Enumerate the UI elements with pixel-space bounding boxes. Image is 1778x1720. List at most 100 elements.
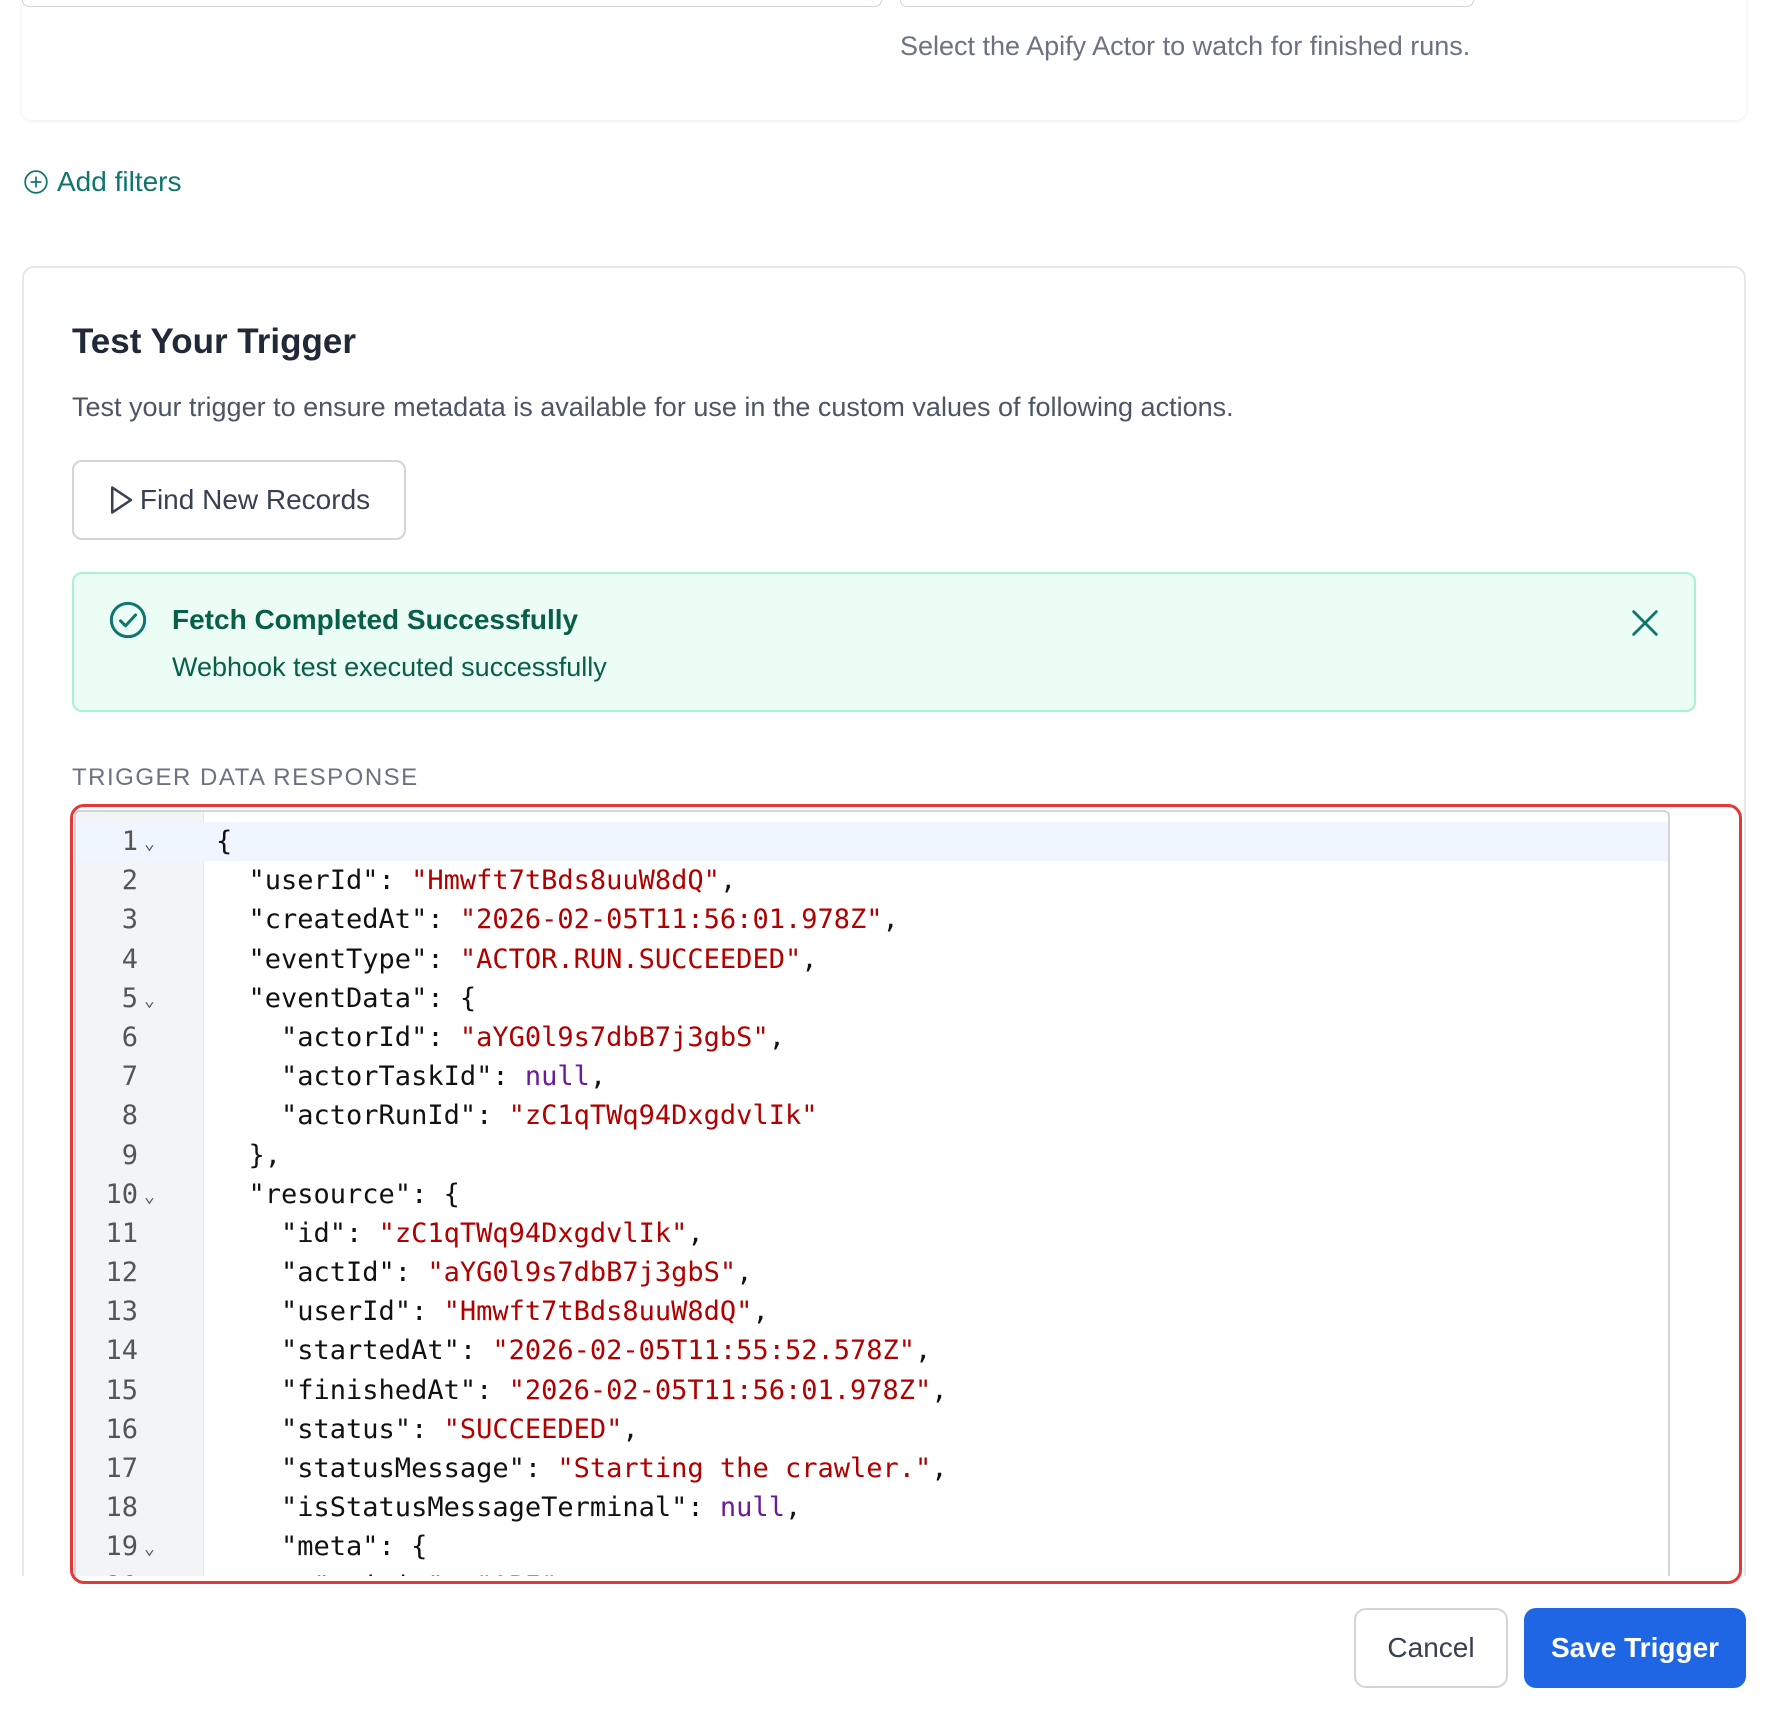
code-text: "finishedAt": "2026-02-05T11:56:01.978Z"… (216, 1371, 948, 1410)
code-text: "userId": "Hmwft7tBds8uuW8dQ", (216, 1292, 769, 1331)
string-token: "2026-02-05T11:55:52.578Z" (492, 1335, 915, 1367)
add-filters-button[interactable]: Add filters (23, 164, 182, 200)
code-line: 2 "userId": "Hmwft7tBds8uuW8dQ", (76, 861, 1668, 900)
code-line: 11 "id": "zC1qTWq94DxgdvlIk", (76, 1214, 1668, 1253)
line-number: 6 (121, 1021, 138, 1053)
test-trigger-description: Test your trigger to ensure metadata is … (72, 392, 1234, 422)
line-number: 8 (121, 1100, 138, 1132)
code-token: , (589, 1061, 607, 1093)
code-text: "isStatusMessageTerminal": null, (216, 1488, 801, 1527)
code-text: "actorId": "aYG0l9s7dbB7j3gbS", (216, 1018, 785, 1057)
code-token: "meta": { (216, 1531, 428, 1563)
code-line: 18 "isStatusMessageTerminal": null, (76, 1488, 1668, 1527)
string-token: "zC1qTWq94DxgdvlIk" (378, 1217, 688, 1249)
string-token: "Hmwft7tBds8uuW8dQ" (443, 1296, 753, 1328)
code-text: "resource": { (216, 1175, 460, 1214)
find-new-records-button[interactable]: Find New Records (72, 460, 406, 540)
cancel-button[interactable]: Cancel (1354, 1608, 1508, 1688)
code-token: "userId": (216, 1296, 444, 1328)
line-number: 19 (105, 1531, 138, 1563)
code-token: , (719, 865, 737, 897)
line-number: 5 (121, 982, 138, 1014)
line-number: 1 (121, 826, 138, 857)
line-number: 20 (76, 1567, 138, 1576)
null-token: null (719, 1492, 785, 1524)
config-input-left[interactable] (22, 0, 882, 7)
code-text: "userId": "Hmwft7tBds8uuW8dQ", (216, 861, 737, 900)
fold-chevron-icon[interactable]: ⌄ (144, 824, 166, 863)
code-token: "actorId": (216, 1021, 460, 1053)
string-token: "2026-02-05T11:56:01.978Z" (508, 1374, 932, 1406)
code-line: 20 "origin": "API" (76, 1567, 1668, 1576)
code-line: 9 }, (76, 1136, 1668, 1175)
line-number: 18 (105, 1492, 138, 1524)
fold-chevron-icon[interactable]: ⌄ (144, 1529, 166, 1568)
code-text: "id": "zC1qTWq94DxgdvlIk", (216, 1214, 704, 1253)
line-number: 17 (105, 1453, 138, 1484)
line-number: 11 (105, 1217, 138, 1249)
code-token: "eventData": { (216, 982, 477, 1014)
json-code-editor[interactable]: 1 ⌄{2 "userId": "Hmwft7tBds8uuW8dQ", 3 "cr… (74, 810, 1670, 1576)
code-token: "actorRunId": (216, 1100, 509, 1132)
code-line: 13 "userId": "Hmwft7tBds8uuW8dQ", (76, 1292, 1668, 1331)
code-token: "eventType": (216, 943, 460, 975)
code-token: , (931, 1374, 948, 1406)
null-token: null (524, 1061, 590, 1093)
code-line: 12 "actId": "aYG0l9s7dbB7j3gbS", (76, 1253, 1668, 1292)
code-token: , (752, 1296, 769, 1328)
code-token: , (784, 1492, 802, 1524)
alert-message: Webhook test executed successfully (172, 652, 607, 682)
code-token: "statusMessage": (216, 1453, 558, 1484)
close-icon[interactable] (1628, 606, 1662, 640)
string-token: "Hmwft7tBds8uuW8dQ" (411, 865, 720, 897)
code-text: "meta": { (216, 1527, 427, 1566)
fold-chevron-icon[interactable]: ⌄ (144, 981, 166, 1020)
code-token: , (687, 1217, 704, 1249)
code-text: "origin": "API" (216, 1567, 558, 1576)
code-token: , (736, 1257, 753, 1289)
code-text: { (216, 822, 232, 861)
code-token: , (882, 904, 899, 936)
code-token: "userId": (216, 865, 412, 897)
line-number: 10 (105, 1178, 138, 1210)
code-line: 15 "finishedAt": "2026-02-05T11:56:01.97… (76, 1371, 1668, 1410)
code-line: 10 ⌄ "resource": { (76, 1175, 1668, 1214)
code-text: }, (216, 1136, 282, 1175)
trigger-data-response-label: TRIGGER DATA RESPONSE (72, 764, 419, 791)
check-circle-icon (109, 601, 147, 639)
code-token: , (931, 1453, 948, 1484)
code-lines: 1 ⌄{2 "userId": "Hmwft7tBds8uuW8dQ", 3 "cr… (76, 822, 1668, 1576)
line-number: 4 (121, 943, 138, 975)
alert-title: Fetch Completed Successfully (172, 604, 579, 635)
code-text: "eventData": { (216, 979, 477, 1018)
code-line: 5 ⌄ "eventData": { (76, 979, 1668, 1018)
code-line: 19 ⌄ "meta": { (76, 1527, 1668, 1566)
code-token: "isStatusMessageTerminal": (216, 1492, 720, 1524)
string-token: "2026-02-05T11:56:01.978Z" (459, 904, 883, 936)
play-icon (110, 486, 133, 514)
code-token: "createdAt": (216, 904, 460, 936)
code-token: "actId": (216, 1257, 428, 1289)
line-number: 13 (105, 1296, 138, 1328)
code-token: "resource": { (216, 1178, 460, 1210)
code-text: "actorRunId": "zC1qTWq94DxgdvlIk" (216, 1096, 817, 1135)
code-token: "actorTaskId": (216, 1061, 525, 1093)
code-text: "status": "SUCCEEDED", (216, 1410, 639, 1449)
line-number: 14 (105, 1335, 138, 1367)
fold-chevron-icon[interactable]: ⌄ (144, 1177, 166, 1216)
code-line: 7 "actorTaskId": null, (76, 1057, 1668, 1096)
code-text: "startedAt": "2026-02-05T11:55:52.578Z", (216, 1331, 931, 1370)
code-token: "id": (216, 1217, 379, 1249)
code-line: 8 "actorRunId": "zC1qTWq94DxgdvlIk" (76, 1096, 1668, 1135)
save-trigger-button[interactable]: Save Trigger (1524, 1608, 1746, 1688)
string-token: "Starting the crawler." (557, 1453, 932, 1484)
code-line: 14 "startedAt": "2026-02-05T11:55:52.578… (76, 1331, 1668, 1370)
code-text: "statusMessage": "Starting the crawler."… (216, 1449, 948, 1488)
code-token: "status": (216, 1413, 444, 1445)
code-text: "createdAt": "2026-02-05T11:56:01.978Z", (216, 900, 899, 939)
actor-select-input[interactable] (900, 0, 1474, 7)
code-token: }, (216, 1139, 282, 1171)
code-token: { (216, 826, 233, 857)
string-token: "aYG0l9s7dbB7j3gbS" (427, 1257, 737, 1289)
line-number: 15 (105, 1374, 138, 1406)
